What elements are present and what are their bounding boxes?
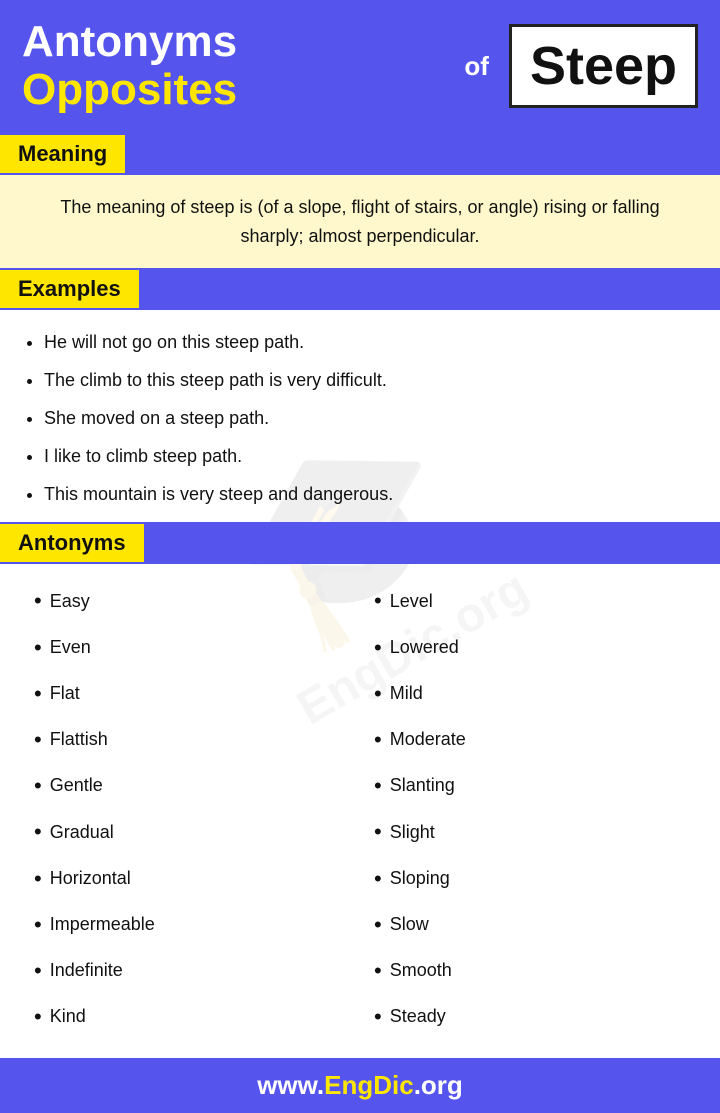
meaning-label: Meaning: [18, 141, 107, 166]
header-title-opposites: Opposites: [22, 66, 444, 114]
example-item: I like to climb steep path.: [44, 438, 690, 474]
examples-label-box: Examples: [0, 270, 139, 308]
antonym-item: Even: [34, 625, 360, 671]
antonym-item: Impermeable: [34, 902, 360, 948]
antonym-item: Slanting: [374, 763, 700, 809]
antonym-item: Kind: [34, 994, 360, 1040]
examples-section-header: Examples: [0, 268, 720, 310]
antonym-item: Smooth: [374, 948, 700, 994]
antonym-item: Steady: [374, 994, 700, 1040]
header: Antonyms Opposites of Steep: [0, 0, 720, 133]
example-item: He will not go on this steep path.: [44, 324, 690, 360]
antonyms-col2-list: LevelLoweredMildModerateSlantingSlightSl…: [374, 578, 700, 1040]
antonyms-columns: EasyEvenFlatFlattishGentleGradualHorizon…: [0, 564, 720, 1048]
footer-prefix: www.: [257, 1070, 324, 1100]
antonyms-section: Antonyms EasyEvenFlatFlattishGentleGradu…: [0, 522, 720, 1048]
footer-text: www.EngDic.org: [257, 1070, 463, 1100]
antonym-item: Flattish: [34, 717, 360, 763]
antonym-item: Slight: [374, 809, 700, 855]
examples-label: Examples: [18, 276, 121, 301]
antonym-item: Slow: [374, 902, 700, 948]
antonym-item: Gentle: [34, 763, 360, 809]
meaning-section: Meaning The meaning of steep is (of a sl…: [0, 133, 720, 269]
header-word-box: Steep: [509, 24, 698, 108]
antonyms-label-box: Antonyms: [0, 524, 144, 562]
header-of-label: of: [464, 51, 489, 82]
example-item: The climb to this steep path is very dif…: [44, 362, 690, 398]
antonym-item: Mild: [374, 671, 700, 717]
header-title-antonyms: Antonyms: [22, 18, 444, 66]
antonym-item: Easy: [34, 578, 360, 624]
antonym-item: Gradual: [34, 809, 360, 855]
antonym-item: Lowered: [374, 625, 700, 671]
antonym-item: Level: [374, 578, 700, 624]
antonym-item: Sloping: [374, 856, 700, 902]
example-item: This mountain is very steep and dangerou…: [44, 476, 690, 512]
antonym-item: Indefinite: [34, 948, 360, 994]
antonym-item: Flat: [34, 671, 360, 717]
meaning-label-box: Meaning: [0, 135, 125, 173]
meaning-section-header: Meaning: [0, 133, 720, 175]
examples-list: He will not go on this steep path.The cl…: [0, 310, 720, 522]
antonym-item: Moderate: [374, 717, 700, 763]
antonyms-label: Antonyms: [18, 530, 126, 555]
meaning-text: The meaning of steep is (of a slope, fli…: [0, 175, 720, 269]
header-titles: Antonyms Opposites: [22, 18, 444, 115]
footer-brand: EngDic: [324, 1070, 414, 1100]
footer: www.EngDic.org: [0, 1058, 720, 1113]
antonyms-col1: EasyEvenFlatFlattishGentleGradualHorizon…: [20, 578, 360, 1040]
footer-suffix: .org: [414, 1070, 463, 1100]
antonyms-col2: LevelLoweredMildModerateSlantingSlightSl…: [360, 578, 700, 1040]
example-item: She moved on a steep path.: [44, 400, 690, 436]
examples-section: Examples He will not go on this steep pa…: [0, 268, 720, 522]
antonym-item: Horizontal: [34, 856, 360, 902]
header-word: Steep: [530, 35, 677, 97]
antonyms-col1-list: EasyEvenFlatFlattishGentleGradualHorizon…: [34, 578, 360, 1040]
antonyms-section-header: Antonyms: [0, 522, 720, 564]
